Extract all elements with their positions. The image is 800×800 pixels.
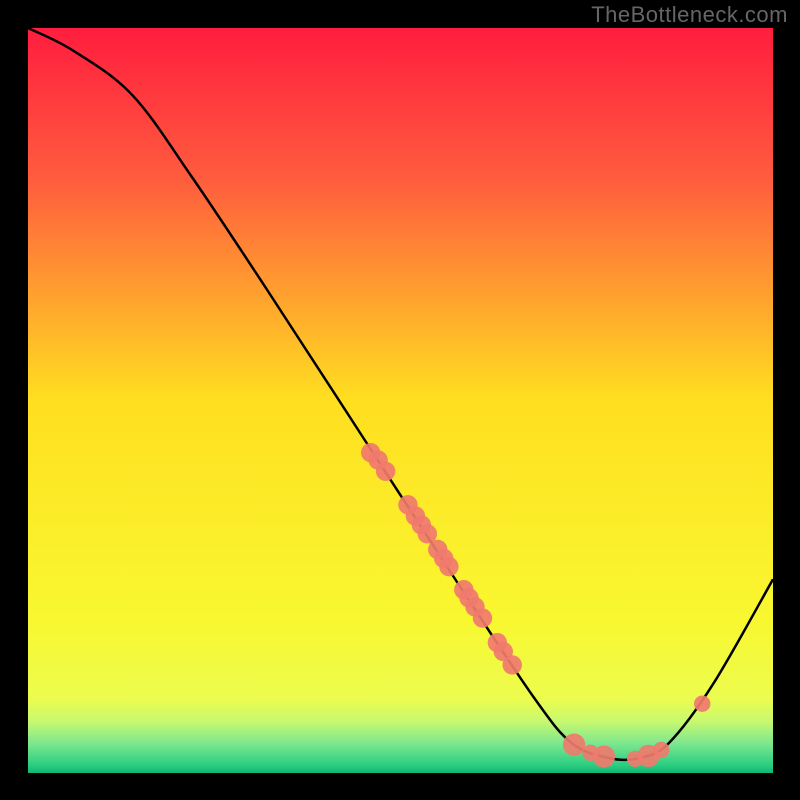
data-marker: [563, 734, 585, 756]
data-marker: [593, 745, 615, 767]
data-marker: [439, 557, 458, 576]
data-marker: [473, 608, 492, 627]
watermark-label: TheBottleneck.com: [591, 2, 788, 28]
plot-area: [28, 28, 773, 773]
chart-frame: TheBottleneck.com: [0, 0, 800, 800]
data-marker: [503, 655, 522, 674]
data-marker: [376, 462, 395, 481]
data-marker: [694, 696, 710, 712]
data-marker: [653, 742, 669, 758]
chart-svg: [28, 28, 773, 773]
gradient-background: [28, 28, 773, 773]
